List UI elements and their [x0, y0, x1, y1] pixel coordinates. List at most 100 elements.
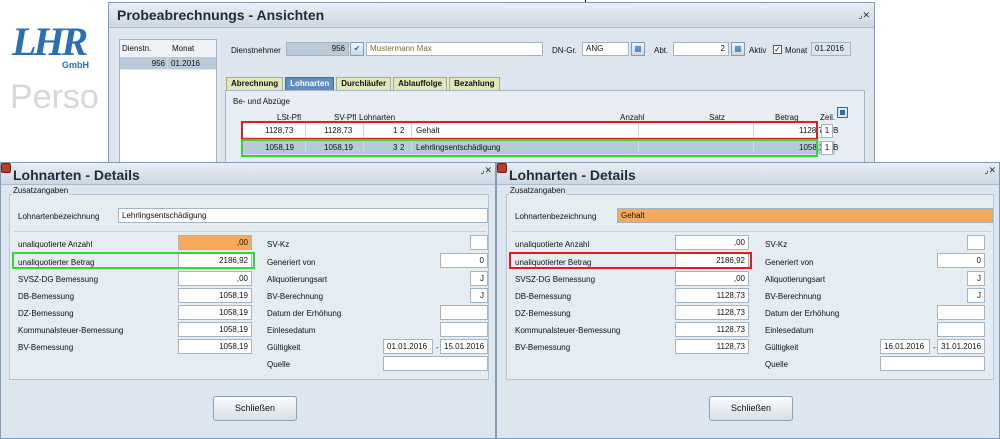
- field-label: SV-Kz: [267, 240, 290, 249]
- field-label: DZ-Bemessung: [18, 309, 74, 318]
- close-button[interactable]: Schließen: [213, 396, 297, 421]
- monat-cell: 01.2016: [171, 59, 200, 68]
- group-label: Be- und Abzüge: [233, 97, 290, 106]
- kommunalsteuer-field[interactable]: 1128,73: [675, 322, 749, 337]
- sv-kz-field[interactable]: [470, 235, 488, 250]
- column-header-monat: Monat: [172, 44, 195, 53]
- aktiv-checkbox[interactable]: ✓: [773, 45, 782, 54]
- background-title: Perso: [10, 78, 99, 116]
- group-label: Zusatzangaben: [12, 186, 70, 195]
- list-item[interactable]: 956 01.2016: [120, 57, 216, 70]
- field-label: unaliquotierte Anzahl: [515, 240, 590, 249]
- check-icon: ✔: [353, 44, 361, 53]
- sv-kz-field[interactable]: [967, 235, 985, 250]
- bezeichnung-field[interactable]: Lehrlingsentschädigung: [118, 208, 488, 223]
- tab-lohnarten[interactable]: Lohnarten: [285, 77, 335, 90]
- dienstnehmer-lookup-button[interactable]: ✔: [350, 42, 364, 56]
- window-title: Lohnarten - Details: [13, 167, 140, 183]
- window-controls[interactable]: ⌟✕: [984, 163, 996, 177]
- bv-berechnung-field[interactable]: J: [470, 288, 488, 303]
- field-label: Einlesedatum: [765, 326, 814, 335]
- window-titlebar: Lohnarten - Details ⌟✕: [497, 163, 999, 185]
- tab-durchlaeufer[interactable]: Durchläufer: [336, 77, 392, 90]
- gueltigkeit-to-field[interactable]: 15.01.2016: [440, 339, 488, 354]
- highlight-red-field: [509, 252, 752, 269]
- bv-bemessung-field[interactable]: 1058,19: [178, 339, 252, 354]
- field-label: DB-Bemessung: [515, 292, 572, 301]
- kommunalsteuer-field[interactable]: 1058,19: [178, 322, 252, 337]
- abt-label: Abt.: [654, 46, 669, 55]
- generiert-von-field[interactable]: 0: [937, 253, 985, 268]
- dngr-calendar-button[interactable]: ▦: [631, 42, 645, 56]
- app-icon: [1, 163, 11, 173]
- bv-berechnung-field[interactable]: J: [967, 288, 985, 303]
- flag-cell: B: [833, 143, 839, 152]
- field-label: DZ-Bemessung: [515, 309, 571, 318]
- unaliquotierte-anzahl-field[interactable]: ,00: [178, 235, 252, 250]
- tab-bezahlung[interactable]: Bezahlung: [449, 77, 500, 90]
- tab-abrechnung[interactable]: Abrechnung: [226, 77, 284, 90]
- divider: [511, 231, 991, 232]
- generiert-von-field[interactable]: 0: [440, 253, 488, 268]
- zusatzangaben-group: Zusatzangaben Lohnartenbezeichnung Lehrl…: [9, 186, 489, 380]
- field-label: BV-Bemessung: [18, 343, 74, 352]
- lohnarten-details-window-right: Lohnarten - Details ⌟✕ Zusatzangaben Loh…: [496, 162, 1000, 439]
- abt-field[interactable]: 2: [673, 42, 729, 56]
- window-titlebar: Probeabrechnungs - Ansichten ⌟✕: [109, 3, 874, 28]
- window-titlebar: Lohnarten - Details ⌟✕: [1, 163, 495, 185]
- app-icon: [497, 163, 507, 173]
- field-label: BV-Berechnung: [267, 292, 324, 301]
- aliquotierungsart-field[interactable]: J: [967, 271, 985, 286]
- dienstnehmer-name-field[interactable]: Mustermann Max: [366, 42, 543, 56]
- window-title: Probeabrechnungs - Ansichten: [117, 7, 325, 23]
- tab-ablauffolge[interactable]: Ablauffolge: [393, 77, 448, 90]
- column-header-zeil: Zeil.: [820, 113, 836, 122]
- datum-erhoehung-field[interactable]: [440, 305, 488, 320]
- svsz-dg-field[interactable]: ,00: [675, 271, 749, 286]
- field-label: Aliquotierungsart: [267, 275, 328, 284]
- window-controls[interactable]: ⌟✕: [858, 3, 870, 28]
- aktiv-label: Aktiv: [749, 46, 767, 55]
- dienstnehmer-number-field[interactable]: 956: [286, 42, 349, 56]
- flag-cell: B: [833, 126, 839, 135]
- employee-month-list[interactable]: Dienstn. Monat 956 01.2016: [119, 39, 217, 164]
- abt-calendar-button[interactable]: ▦: [731, 42, 745, 56]
- window-controls[interactable]: ⌟✕: [480, 163, 492, 177]
- group-label: Zusatzangaben: [509, 186, 567, 195]
- field-label: Generiert von: [267, 258, 316, 267]
- list-header: Dienstn. Monat: [120, 40, 216, 57]
- tab-bar: Abrechnung Lohnarten Durchläufer Ablauff…: [226, 77, 502, 90]
- export-icon[interactable]: [837, 107, 848, 118]
- highlight-green-row: [241, 139, 818, 157]
- svsz-dg-field[interactable]: ,00: [178, 271, 252, 286]
- quelle-field[interactable]: [880, 356, 985, 371]
- aliquotierungsart-field[interactable]: J: [470, 271, 488, 286]
- einlesedatum-field[interactable]: [937, 322, 985, 337]
- gueltigkeit-from-field[interactable]: 16.01.2016: [880, 339, 930, 354]
- dz-bemessung-field[interactable]: 1058,19: [178, 305, 252, 320]
- dienstnehmer-label: Dienstnehmer: [231, 46, 281, 55]
- bezeichnung-field[interactable]: Gehalt: [617, 208, 993, 223]
- company-logo: LHR GmbH: [12, 18, 92, 73]
- monat-field: 01.2016: [811, 42, 851, 56]
- gueltigkeit-to-field[interactable]: 31.01.2016: [937, 339, 985, 354]
- dienstnummer-cell: 956: [120, 57, 168, 69]
- field-label: Generiert von: [765, 258, 814, 267]
- einlesedatum-field[interactable]: [440, 322, 488, 337]
- monat-label: Monat: [785, 46, 808, 55]
- check-icon: ✓: [774, 45, 781, 54]
- close-button[interactable]: Schließen: [709, 396, 793, 421]
- bv-bemessung-field[interactable]: 1128,73: [675, 339, 749, 354]
- calendar-icon: ▦: [734, 44, 742, 53]
- dngr-field[interactable]: ANG: [582, 42, 629, 56]
- db-bemessung-field[interactable]: 1128,73: [675, 288, 749, 303]
- db-bemessung-field[interactable]: 1058,19: [178, 288, 252, 303]
- datum-erhoehung-field[interactable]: [937, 305, 985, 320]
- unaliquotierte-anzahl-field[interactable]: ,00: [675, 235, 749, 250]
- field-label: SV-Kz: [765, 240, 788, 249]
- quelle-field[interactable]: [383, 356, 488, 371]
- probeabrechnung-window: Probeabrechnungs - Ansichten ⌟✕ Dienstn.…: [108, 2, 875, 165]
- field-label: Datum der Erhöhung: [765, 309, 840, 318]
- dz-bemessung-field[interactable]: 1128,73: [675, 305, 749, 320]
- gueltigkeit-from-field[interactable]: 01.01.2016: [383, 339, 433, 354]
